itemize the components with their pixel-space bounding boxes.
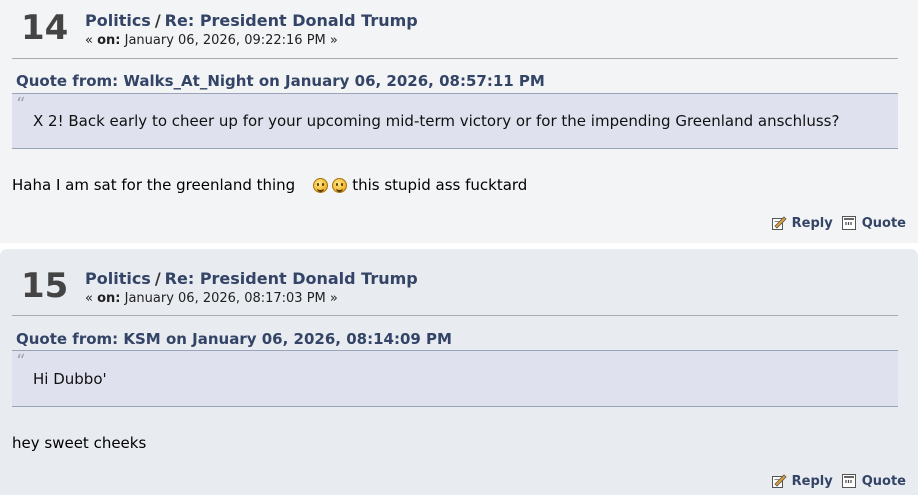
post-title: Politics / Re: President Donald Trump (85, 269, 418, 288)
reply-icon (771, 474, 787, 488)
title-separator: / (154, 11, 161, 30)
quote-button[interactable]: Quote (841, 473, 906, 489)
post-date: January 06, 2026, 09:22:16 PM » (120, 33, 338, 48)
title-separator: / (154, 269, 161, 288)
board-link[interactable]: Politics (85, 269, 151, 288)
post-actions: Reply Quote (771, 215, 906, 231)
reply-button[interactable]: Reply (771, 473, 833, 489)
meta-prefix: « (85, 33, 98, 48)
subject-link[interactable]: Re: President Donald Trump (165, 269, 418, 288)
smiley-icon (313, 177, 329, 193)
post-counter: 14 (21, 8, 69, 48)
post-15: 15 Politics / Re: President Donald Trump «… (0, 249, 918, 495)
post-body-text: hey sweet cheeks (12, 434, 147, 452)
reply-button[interactable]: Reply (771, 215, 833, 231)
quote-mark-icon: “ (16, 351, 26, 372)
post-date: January 06, 2026, 08:17:03 PM » (120, 291, 338, 306)
reply-label: Reply (791, 473, 833, 489)
quote-block: “ Hi Dubbo' (12, 350, 898, 407)
quote-label: Quote (861, 215, 906, 231)
quote-block: “ X 2! Back early to cheer up for your u… (12, 93, 898, 149)
post-title: Politics / Re: President Donald Trump (85, 11, 418, 30)
post-body: Haha I am sat for the greenland thing th… (12, 176, 527, 194)
reply-label: Reply (791, 215, 833, 231)
quote-text: Hi Dubbo' (33, 370, 107, 388)
quote-label: Quote (861, 473, 906, 489)
post-14: 14 Politics / Re: President Donald Trump «… (0, 0, 918, 243)
subject-link[interactable]: Re: President Donald Trump (165, 11, 418, 30)
meta-prefix: « (85, 291, 98, 306)
post-body-text-2: this stupid ass fucktard (352, 176, 528, 194)
post-meta: « on: January 06, 2026, 09:22:16 PM » (85, 33, 338, 48)
meta-on: on: (97, 33, 121, 48)
divider (12, 315, 898, 316)
quote-mark-icon: “ (16, 94, 26, 115)
post-counter: 15 (21, 266, 69, 306)
post-body: hey sweet cheeks (12, 434, 146, 452)
post-actions: Reply Quote (771, 473, 906, 489)
post-meta: « on: January 06, 2026, 08:17:03 PM » (85, 291, 338, 306)
smiley-icon (332, 177, 348, 193)
meta-on: on: (97, 291, 121, 306)
quote-icon (841, 474, 856, 488)
quote-header[interactable]: Quote from: Walks_At_Night on January 06… (16, 72, 545, 90)
quote-button[interactable]: Quote (841, 215, 906, 231)
post-body-text: Haha I am sat for the greenland thing (12, 176, 296, 194)
quote-header[interactable]: Quote from: KSM on January 06, 2026, 08:… (16, 330, 452, 348)
reply-icon (771, 216, 787, 230)
quote-icon (841, 216, 856, 230)
quote-text: X 2! Back early to cheer up for your upc… (33, 112, 840, 130)
board-link[interactable]: Politics (85, 11, 151, 30)
divider (12, 58, 898, 59)
